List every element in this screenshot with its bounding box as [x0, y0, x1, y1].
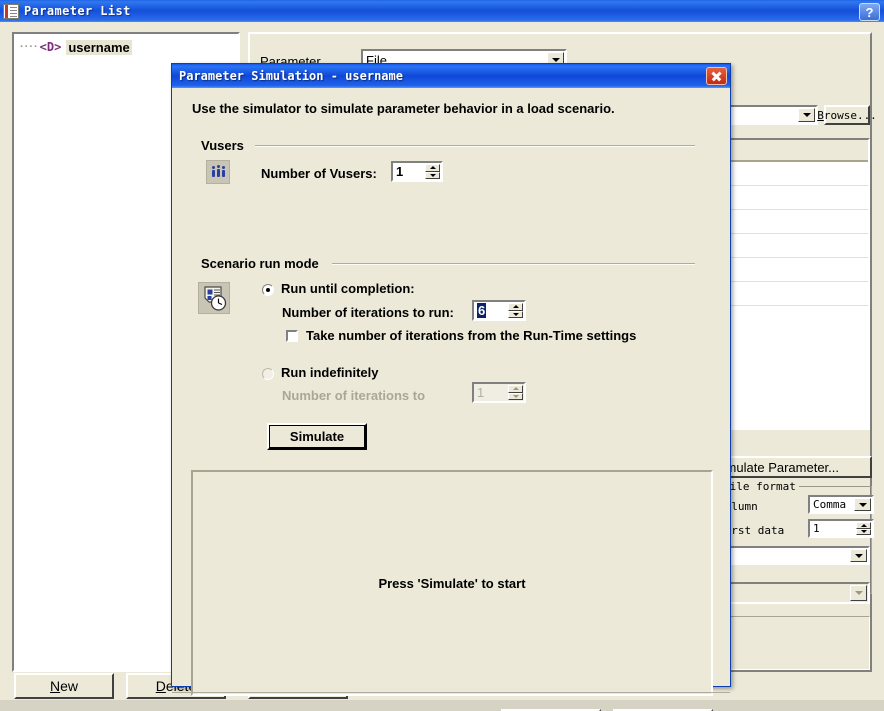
simulate-parameter-button[interactable]: Simulate Parameter...	[708, 456, 872, 478]
table-row[interactable]	[710, 162, 868, 186]
run-indefinitely-radio[interactable]	[262, 368, 274, 380]
parameter-data-grid[interactable]	[708, 138, 870, 430]
spin-down-icon	[508, 392, 523, 400]
iterations-spin-buttons[interactable]	[508, 303, 523, 318]
simulation-results-panel: Press 'Simulate' to start	[191, 470, 713, 696]
screen-root: Parameter List ? ···· <D> username Param…	[0, 0, 884, 711]
dialog-body: Use the simulator to simulate parameter …	[172, 88, 730, 711]
new-label-rest: ew	[60, 678, 79, 694]
indefinite-spin-buttons	[508, 385, 523, 400]
spin-up-icon	[508, 385, 523, 393]
vusers-icon	[206, 160, 230, 184]
run-until-completion-radio[interactable]	[262, 284, 274, 296]
run-mode-group-title: Scenario run mode	[201, 256, 319, 271]
tree-item-label: username	[66, 39, 132, 55]
iterations-to-run-input[interactable]: 6	[472, 300, 526, 321]
indefinite-iterations-label-clip: Number of iterations to	[282, 388, 462, 406]
results-placeholder-text: Press 'Simulate' to start	[378, 575, 526, 591]
parameter-simulation-dialog: Parameter Simulation - username Use the …	[171, 63, 731, 711]
window-title: Parameter List	[24, 4, 131, 18]
spin-down-icon[interactable]	[856, 528, 871, 535]
browse-button[interactable]: Browse...	[817, 105, 877, 125]
parameter-node-icon: <D>	[39, 40, 62, 54]
column-separator-combo[interactable]: Comma	[808, 495, 874, 514]
close-icon[interactable]	[706, 67, 727, 85]
first-data-spin-buttons[interactable]	[856, 522, 871, 535]
chevron-down-icon[interactable]	[850, 549, 867, 562]
spin-up-icon[interactable]	[508, 303, 523, 311]
run-indefinitely-label: Run indefinitely	[281, 365, 379, 380]
number-of-vusers-input[interactable]: 1	[391, 161, 443, 182]
spin-down-icon[interactable]	[425, 171, 440, 179]
column-separator-value: Comma	[813, 498, 847, 511]
tree-connector-icon: ····	[20, 41, 39, 53]
vusers-group-title: Vusers	[201, 138, 244, 153]
tree-item-username[interactable]: ···· <D> username	[14, 38, 238, 56]
new-button[interactable]: New	[14, 673, 114, 699]
dialog-titlebar[interactable]: Parameter Simulation - username	[172, 64, 730, 88]
browse-label-rest: rowse...	[823, 108, 877, 122]
file-format-group-title: File format	[720, 480, 799, 493]
simulate-button[interactable]: Simulate	[267, 423, 367, 450]
take-iterations-from-runtime-label: Take number of iterations from the Run-T…	[306, 328, 637, 343]
number-of-vusers-value: 1	[396, 164, 404, 179]
dialog-title: Parameter Simulation - username	[179, 69, 403, 83]
iterations-to-run-label: Number of iterations to run:	[282, 305, 454, 320]
vusers-spin-buttons[interactable]	[425, 164, 440, 179]
chevron-down-icon	[850, 585, 867, 601]
lower-group-panel	[708, 616, 870, 670]
help-icon-button[interactable]: ?	[859, 3, 880, 21]
chevron-down-icon[interactable]	[798, 108, 815, 122]
table-row[interactable]	[710, 186, 868, 210]
run-until-completion-label: Run until completion:	[281, 281, 415, 296]
vusers-group-separator	[255, 145, 695, 147]
grid-header-row	[710, 140, 868, 162]
scenario-clock-icon	[198, 282, 230, 314]
indefinite-iterations-input: 1	[472, 382, 526, 403]
table-row[interactable]	[710, 234, 868, 258]
spin-up-icon[interactable]	[425, 164, 440, 172]
number-of-vusers-label: Number of Vusers:	[261, 166, 377, 181]
dialog-footer-divider	[172, 692, 730, 693]
dialog-description: Use the simulator to simulate parameter …	[192, 101, 615, 116]
run-mode-group-separator	[332, 263, 695, 265]
extra-combo-2-disabled	[708, 582, 870, 604]
table-row[interactable]	[710, 210, 868, 234]
iterations-to-run-value: 6	[477, 303, 487, 318]
spin-down-icon[interactable]	[508, 310, 523, 318]
parameter-file-icon	[3, 3, 19, 19]
indefinite-iterations-value: 1	[477, 385, 485, 400]
table-row[interactable]	[710, 258, 868, 282]
parameter-list-titlebar: Parameter List ?	[0, 0, 884, 22]
chevron-down-icon[interactable]	[854, 498, 871, 511]
take-iterations-from-runtime-checkbox[interactable]	[286, 330, 298, 342]
first-data-value: 1	[813, 522, 820, 535]
first-data-spinner[interactable]: 1	[808, 519, 874, 538]
extra-combo-1[interactable]	[708, 546, 870, 565]
table-row[interactable]	[710, 282, 868, 306]
indefinite-iterations-label: Number of iterations to	[282, 388, 426, 403]
simulate-parameter-label-rest: imulate Parameter...	[722, 459, 839, 475]
desktop-strip	[0, 700, 884, 711]
